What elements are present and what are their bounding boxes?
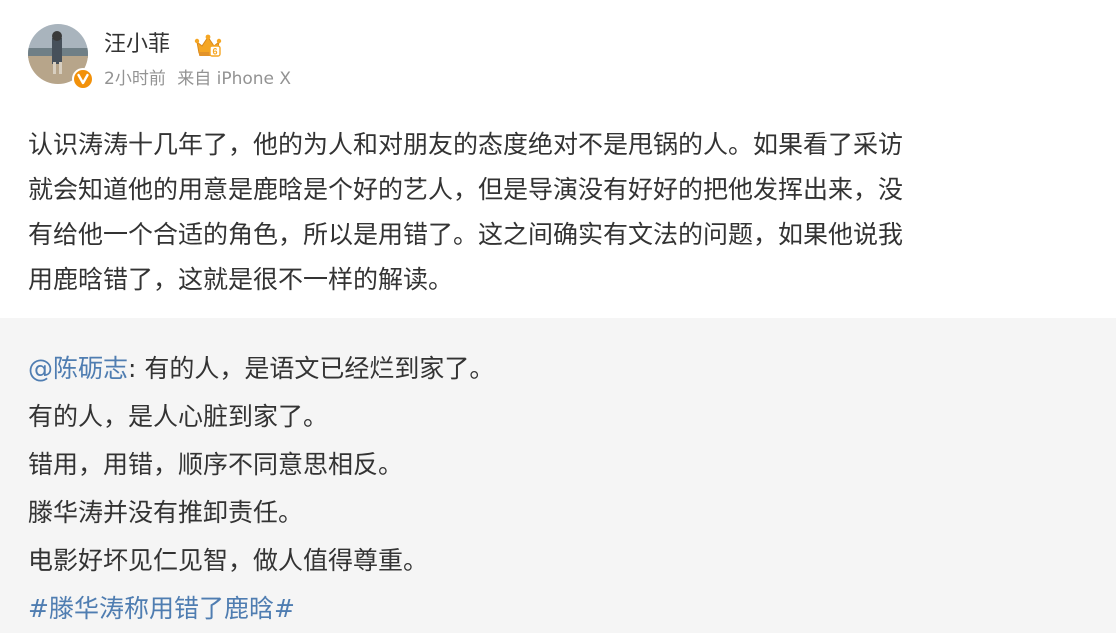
repost-line: 错用，用错，顺序不同意思相反。 [28,450,404,479]
weibo-post: 汪小菲 6 2小时前 来自 iPhone X 认识涛涛十几年了，他的为人和对朋友… [0,0,1116,633]
repost-line: 滕华涛并没有推卸责任。 [28,498,304,527]
verified-badge-icon [72,68,94,90]
hashtag-link[interactable]: #滕华涛称用错了鹿晗# [28,594,295,623]
mention-link[interactable]: @陈砺志 [28,354,128,383]
post-meta: 2小时前 来自 iPhone X [104,68,297,90]
member-level: 6 [212,47,217,57]
post-line: 有给他一个合适的角色，所以是用错了。这之间确实有文法的问题，如果他说我 [28,220,904,249]
post-line: 就会知道他的用意是鹿晗是个好的艺人，但是导演没有好好的把他发挥出来，没 [28,175,904,204]
post-line: 认识涛涛十几年了，他的为人和对朋友的态度绝对不是甩锅的人。如果看了采访 [28,130,904,159]
reposted-content[interactable]: @陈砺志: 有的人，是语文已经烂到家了。 有的人，是人心脏到家了。 错用，用错，… [0,318,1116,633]
repost-first-text: : 有的人，是语文已经烂到家了。 [128,354,495,383]
crown-icon[interactable]: 6 [194,33,222,59]
repost-line: 电影好坏见仁见智，做人值得尊重。 [28,546,429,575]
post-source: 来自 iPhone X [177,69,292,89]
post-time[interactable]: 2小时前 [104,69,166,89]
post-line: 用鹿晗错了，这就是很不一样的解读。 [28,265,454,294]
repost-body: @陈砺志: 有的人，是语文已经烂到家了。 有的人，是人心脏到家了。 错用，用错，… [28,345,494,633]
author-name[interactable]: 汪小菲 [104,30,170,60]
repost-first-line: @陈砺志: 有的人，是语文已经烂到家了。 [28,345,494,393]
repost-line: 有的人，是人心脏到家了。 [28,402,329,431]
post-header: 汪小菲 6 2小时前 来自 iPhone X [28,24,628,90]
post-content: 认识涛涛十几年了，他的为人和对朋友的态度绝对不是甩锅的人。如果看了采访 就会知道… [28,122,1088,302]
